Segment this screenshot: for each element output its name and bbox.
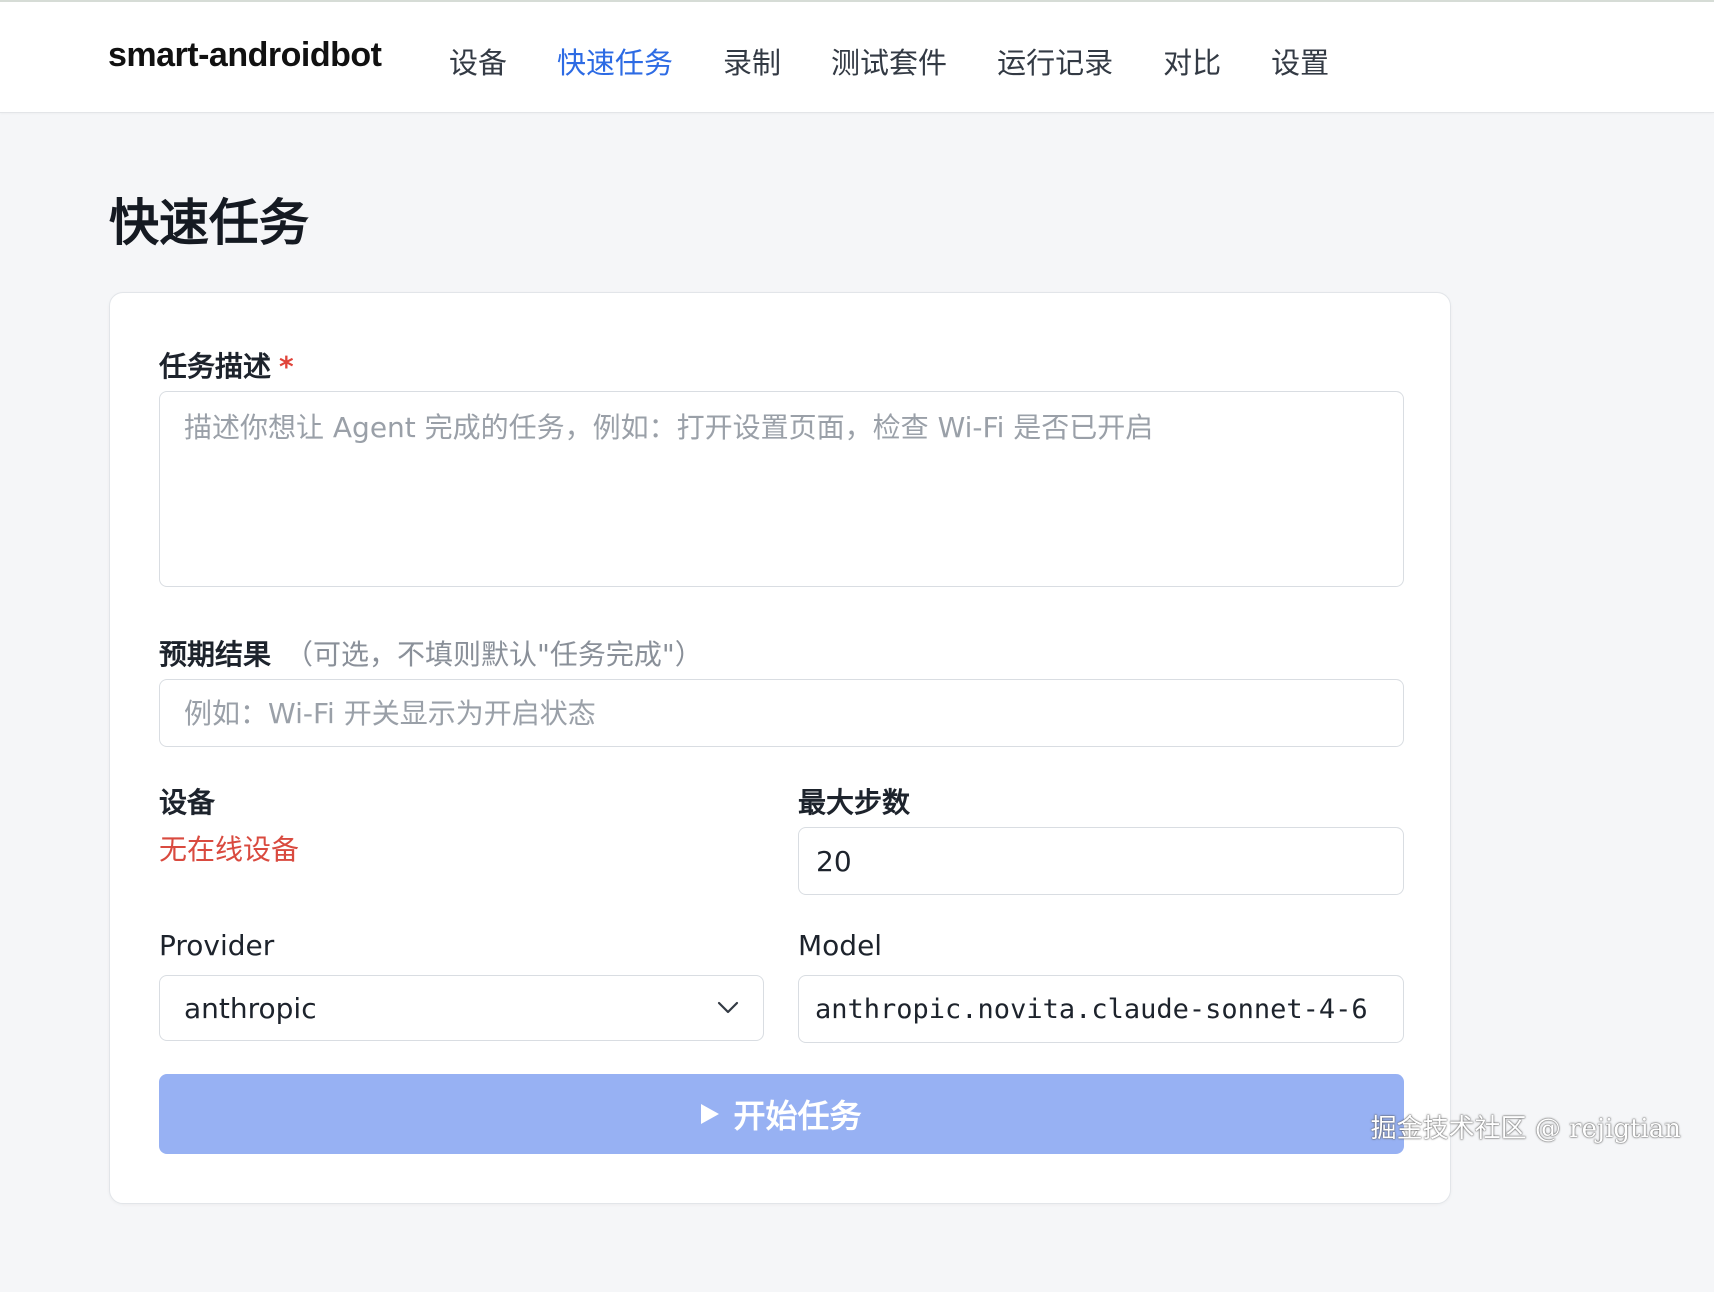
- nav-item-test-suites[interactable]: 测试套件: [831, 40, 947, 82]
- provider-label: Provider: [159, 929, 275, 962]
- play-icon: [701, 1104, 720, 1124]
- expected-result-label: 预期结果 （可选，不填则默认"任务完成"）: [159, 633, 703, 673]
- chevron-down-icon: [717, 1001, 739, 1014]
- main-nav: 设备 快速任务 录制 测试套件 运行记录 对比 设置: [449, 40, 1379, 82]
- nav-item-compare[interactable]: 对比: [1163, 40, 1221, 82]
- quick-task-form-card: 任务描述* 预期结果 （可选，不填则默认"任务完成"） 设备 无在线设备 最大步数…: [109, 292, 1451, 1204]
- task-description-input[interactable]: [159, 391, 1404, 587]
- brand-logo[interactable]: smart-androidbot: [108, 36, 382, 75]
- watermark: 掘金技术社区 @ rejigtian: [1370, 1114, 1681, 1144]
- expected-result-input[interactable]: [159, 679, 1404, 747]
- page-title: 快速任务: [109, 194, 309, 252]
- top-nav-bar: smart-androidbot 设备 快速任务 录制 测试套件 运行记录 对比…: [0, 0, 1714, 113]
- nav-item-record[interactable]: 录制: [723, 40, 781, 82]
- model-input[interactable]: [798, 975, 1404, 1043]
- max-steps-input[interactable]: [798, 827, 1404, 895]
- start-task-button[interactable]: 开始任务: [159, 1074, 1404, 1154]
- expected-result-label-text: 预期结果: [159, 638, 272, 671]
- nav-item-settings[interactable]: 设置: [1271, 40, 1329, 82]
- task-description-label: 任务描述 *: [159, 345, 294, 385]
- provider-selected-value: anthropic: [184, 991, 317, 1025]
- no-device-status: 无在线设备: [159, 833, 300, 866]
- nav-item-devices[interactable]: 设备: [449, 40, 507, 82]
- model-label: Model: [798, 929, 883, 962]
- start-task-button-label: 开始任务: [733, 1097, 862, 1135]
- max-steps-label: 最大步数: [798, 786, 911, 819]
- expected-result-hint: （可选，不填则默认"任务完成"）: [285, 638, 703, 671]
- nav-item-quick-task[interactable]: 快速任务: [557, 40, 673, 82]
- required-mark: *: [279, 350, 294, 383]
- provider-select[interactable]: anthropic: [159, 975, 764, 1041]
- device-label: 设备: [159, 786, 216, 819]
- nav-item-run-history[interactable]: 运行记录: [997, 40, 1113, 82]
- task-description-label-text: 任务描述: [159, 350, 272, 383]
